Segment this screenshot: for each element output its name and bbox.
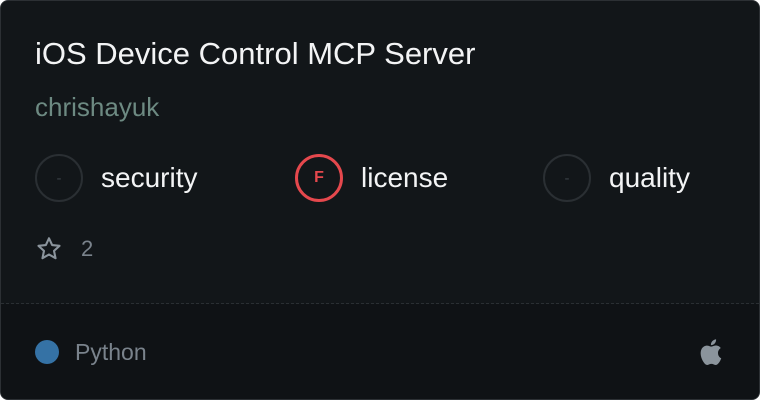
server-card[interactable]: iOS Device Control MCP Server chrishayuk…: [0, 0, 760, 400]
apple-icon: [699, 337, 725, 367]
card-footer: Python: [1, 304, 759, 399]
stars: 2: [35, 234, 93, 264]
server-title[interactable]: iOS Device Control MCP Server: [35, 34, 475, 74]
language-name: Python: [75, 338, 147, 365]
quality-label: quality: [609, 162, 690, 193]
quality-grade-badge: -: [543, 154, 591, 202]
security-score: - security: [35, 154, 197, 202]
security-grade-badge: -: [35, 154, 83, 202]
star-count: 2: [81, 236, 94, 261]
star-outline-icon: [35, 235, 63, 263]
author-link[interactable]: chrishayuk: [35, 90, 159, 124]
license-score: F license: [295, 154, 448, 202]
quality-score: - quality: [543, 154, 690, 202]
license-grade-badge: F: [295, 154, 343, 202]
security-label: security: [101, 162, 198, 193]
language-color-dot: [35, 340, 59, 364]
license-label: license: [361, 162, 449, 193]
language: Python: [35, 338, 147, 366]
